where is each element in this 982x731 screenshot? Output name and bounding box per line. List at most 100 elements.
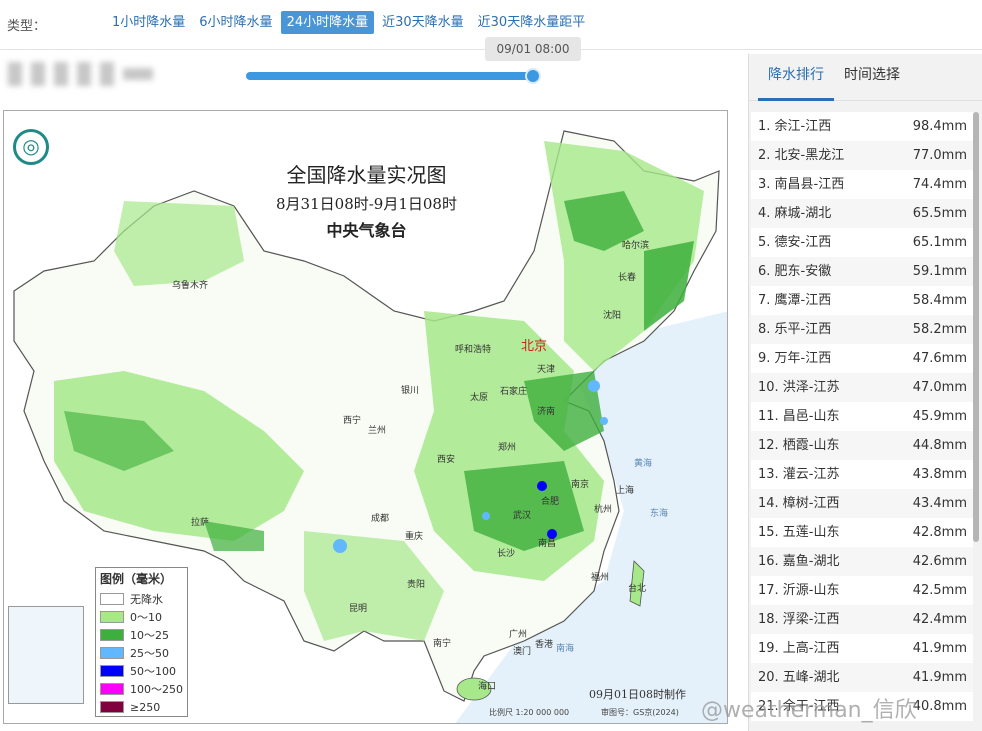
ranking-row[interactable]: 16. 嘉鱼-湖北 42.6mm [751,547,973,576]
ranking-value: 45.9mm [912,409,967,424]
ranking-station: 16. 嘉鱼-湖北 [758,554,840,569]
ranking-scrollbar[interactable] [973,112,979,542]
ranking-station: 8. 乐平-江西 [758,322,832,337]
legend-label: 25～50 [130,647,169,660]
city-label: 重庆 [405,532,424,542]
legend-swatch [100,701,124,713]
city-label: 南昌 [538,539,557,549]
legend-swatch [100,611,124,623]
ranking-row[interactable]: 10. 洪泽-江苏 47.0mm [751,373,973,402]
ranking-station: 15. 五莲-山东 [758,525,840,540]
ranking-station: 19. 上高-江西 [758,641,840,656]
ranking-row[interactable]: 12. 栖霞-山东 44.8mm [751,431,973,460]
time-tooltip: 09/01 08:00 [485,37,581,61]
city-label: 香港 [535,640,554,650]
legend-item: 0～10 [100,608,183,626]
ranking-station: 9. 万年-江西 [758,351,832,366]
ranking-row[interactable]: 2. 北安-黑龙江 77.0mm [751,141,973,170]
precipitation-map: ◎ 全国降水量实况图 8月31日08时-9月1日08时 中央气象台 北京 乌鲁木… [3,110,728,724]
map-subtitle: 8月31日08时-9月1日08时 [276,195,457,213]
ranking-value: 42.6mm [912,554,967,569]
time-slider-handle[interactable] [525,68,541,84]
city-label: 拉萨 [191,518,210,528]
ranking-row[interactable]: 5. 德安-江西 65.1mm [751,228,973,257]
ranking-row[interactable]: 9. 万年-江西 47.6mm [751,344,973,373]
city-label: 南宁 [433,639,452,649]
ranking-value: 47.0mm [912,380,967,395]
ranking-station: 1. 余江-江西 [758,119,832,134]
sea-label: 南海 [556,644,575,654]
legend-item: 无降水 [100,590,183,608]
south-china-sea-inset [8,606,84,704]
city-label: 长沙 [497,549,516,559]
tab-6h-precip[interactable]: 6小时降水量 [193,11,278,34]
ranking-value: 44.8mm [912,438,967,453]
ranking-row[interactable]: 19. 上高-江西 41.9mm [751,634,973,663]
city-label: 郑州 [498,443,517,453]
ranking-row[interactable]: 18. 浮梁-江西 42.4mm [751,605,973,634]
sea-label: 东海 [650,509,669,519]
city-label: 武汉 [513,511,532,521]
legend-label: 10～25 [130,629,169,642]
ranking-value: 59.1mm [912,264,967,279]
tab-1h-precip[interactable]: 1小时降水量 [106,11,191,34]
sea-label: 黄海 [634,459,653,469]
time-slider-track[interactable] [246,72,534,80]
ranking-station: 13. 灌云-江苏 [758,467,840,482]
city-label: 昆明 [349,604,368,614]
legend-swatch [100,683,124,695]
city-label: 哈尔滨 [622,241,650,251]
blurred-title [8,60,166,88]
ranking-station: 6. 肥东-安徽 [758,264,832,279]
side-panel: 降水排行 时间选择 1. 余江-江西 98.4mm 2. 北安-黑龙江 77.0mm 3… [748,54,982,731]
tab-30d-precip[interactable]: 近30天降水量 [376,11,470,34]
legend-label: ≥250 [130,700,161,714]
ranking-row[interactable]: 20. 五峰-湖北 41.9mm [751,663,973,692]
ranking-value: 41.9mm [912,641,967,656]
tab-time-select[interactable]: 时间选择 [834,54,910,101]
ranking-value: 58.2mm [912,322,967,337]
tab-24h-precip[interactable]: 24小时降水量 [280,11,375,34]
ranking-row[interactable]: 6. 肥东-安徽 59.1mm [751,257,973,286]
ranking-row[interactable]: 7. 鹰潭-江西 58.4mm [751,286,973,315]
made-time: 09月01日08时制作 [589,688,686,701]
map-legend: 图例（毫米） 无降水 0～10 10～25 25～50 50～100 100～2… [95,567,188,717]
ranking-station: 5. 德安-江西 [758,235,832,250]
ranking-row[interactable]: 14. 樟树-江西 43.4mm [751,489,973,518]
ranking-value: 41.9mm [912,670,967,685]
ranking-row[interactable]: 8. 乐平-江西 58.2mm [751,315,973,344]
ranking-station: 7. 鹰潭-江西 [758,293,832,308]
ranking-station: 12. 栖霞-山东 [758,438,840,453]
ranking-row[interactable]: 1. 余江-江西 98.4mm [751,112,973,141]
ranking-row[interactable]: 17. 沂源-山东 42.5mm [751,576,973,605]
ranking-station: 14. 樟树-江西 [758,496,840,511]
ranking-row[interactable]: 15. 五莲-山东 42.8mm [751,518,973,547]
map-title: 全国降水量实况图 [286,163,447,187]
ranking-row[interactable]: 3. 南昌县-江西 74.4mm [751,170,973,199]
tab-30d-anomaly[interactable]: 近30天降水量距平 [472,11,592,34]
legend-swatch [100,647,124,659]
ranking-value: 42.5mm [912,583,967,598]
ranking-row[interactable]: 11. 昌邑-山东 45.9mm [751,402,973,431]
city-label: 贵阳 [407,580,426,590]
ranking-station: 20. 五峰-湖北 [758,670,840,685]
ranking-station: 17. 沂源-山东 [758,583,840,598]
city-label: 西安 [437,455,456,465]
ranking-row[interactable]: 4. 麻城-湖北 65.5mm [751,199,973,228]
legend-swatch [100,593,124,605]
city-label: 呼和浩特 [455,345,492,355]
legend-item: 25～50 [100,644,183,662]
ranking-list: 1. 余江-江西 98.4mm 2. 北安-黑龙江 77.0mm 3. 南昌县-江西 74… [751,112,973,721]
city-label: 合肥 [541,497,560,507]
city-label: 福州 [591,573,610,583]
ranking-row[interactable]: 13. 灌云-江苏 43.8mm [751,460,973,489]
tab-precip-ranking[interactable]: 降水排行 [758,54,834,101]
ranking-station: 18. 浮梁-江西 [758,612,840,627]
city-label: 西宁 [343,416,362,426]
city-label: 澳门 [513,647,532,657]
map-scale: 比例尺 1:20 000 000 [489,708,570,717]
city-label: 天津 [537,365,556,375]
city-label: 南京 [571,480,590,490]
ranking-value: 47.6mm [912,351,967,366]
map-org: 中央气象台 [326,221,407,240]
